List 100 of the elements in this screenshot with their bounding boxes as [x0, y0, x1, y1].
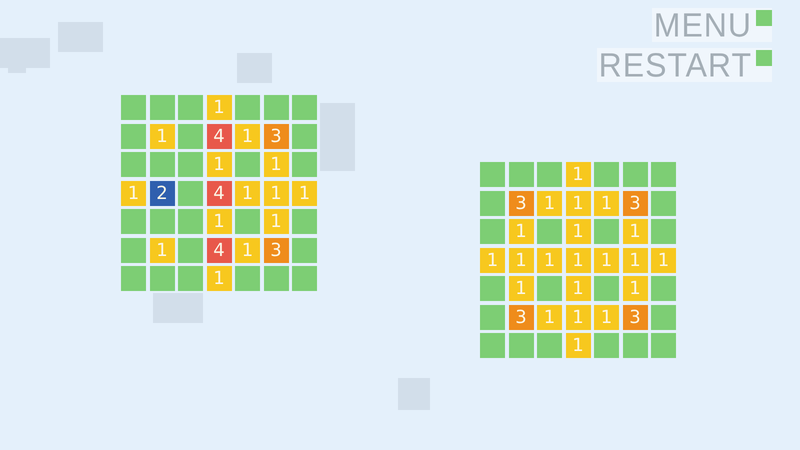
tile[interactable]: [651, 276, 676, 301]
tile[interactable]: [651, 333, 676, 358]
number-tile[interactable]: 1: [566, 190, 590, 216]
number-tile[interactable]: 1: [566, 162, 590, 187]
number-tile[interactable]: 1: [651, 248, 676, 272]
number-tile[interactable]: 1: [594, 190, 619, 216]
number-tile[interactable]: 1: [566, 276, 590, 301]
tile[interactable]: [292, 152, 317, 177]
number-tile[interactable]: 1: [594, 304, 619, 330]
number-tile[interactable]: 1: [508, 248, 534, 272]
tile[interactable]: [292, 124, 317, 148]
tile[interactable]: [622, 162, 648, 187]
tile[interactable]: [594, 162, 619, 187]
number-tile[interactable]: 1: [508, 276, 534, 301]
number-tile[interactable]: 1: [235, 124, 260, 148]
number-tile[interactable]: 1: [508, 219, 534, 244]
tile[interactable]: [292, 209, 317, 234]
number-tile[interactable]: 1: [566, 304, 590, 330]
tile[interactable]: [150, 209, 174, 234]
tile[interactable]: [121, 95, 146, 120]
tile[interactable]: [150, 95, 174, 120]
number-tile[interactable]: 3: [622, 304, 648, 330]
tile[interactable]: [178, 124, 203, 148]
tile[interactable]: [264, 266, 288, 291]
number-tile[interactable]: 1: [206, 95, 232, 120]
number-tile[interactable]: 1: [150, 238, 174, 262]
number-tile[interactable]: 1: [594, 248, 619, 272]
tile[interactable]: [622, 333, 648, 358]
number-tile[interactable]: 1: [150, 124, 174, 148]
tile[interactable]: [480, 304, 505, 330]
number-tile[interactable]: 1: [206, 209, 232, 234]
number-tile[interactable]: 1: [264, 209, 288, 234]
tile[interactable]: [235, 266, 260, 291]
square-icon: [756, 50, 772, 66]
tile[interactable]: [594, 219, 619, 244]
tile[interactable]: [508, 162, 534, 187]
number-tile[interactable]: 1: [537, 190, 562, 216]
number-tile[interactable]: 1: [537, 248, 562, 272]
number-tile[interactable]: 1: [622, 219, 648, 244]
number-tile[interactable]: 2: [150, 180, 174, 206]
tile[interactable]: [121, 266, 146, 291]
tile[interactable]: [651, 304, 676, 330]
number-tile[interactable]: 1: [622, 276, 648, 301]
tile[interactable]: [178, 95, 203, 120]
number-tile[interactable]: 3: [508, 304, 534, 330]
tile[interactable]: [537, 276, 562, 301]
tile[interactable]: [235, 209, 260, 234]
tile[interactable]: [594, 276, 619, 301]
tile[interactable]: [235, 152, 260, 177]
tile[interactable]: [121, 152, 146, 177]
number-tile[interactable]: 3: [508, 190, 534, 216]
number-tile[interactable]: 1: [264, 180, 288, 206]
tile[interactable]: [150, 152, 174, 177]
tile[interactable]: [651, 190, 676, 216]
tile[interactable]: [292, 95, 317, 120]
tile[interactable]: [508, 333, 534, 358]
number-tile[interactable]: 4: [206, 238, 232, 262]
number-tile[interactable]: 3: [264, 238, 288, 262]
tile[interactable]: [537, 219, 562, 244]
tile[interactable]: [178, 266, 203, 291]
tile[interactable]: [178, 238, 203, 262]
tile[interactable]: [480, 219, 505, 244]
number-tile[interactable]: 1: [292, 180, 317, 206]
tile[interactable]: [264, 95, 288, 120]
square-icon: [756, 10, 772, 26]
number-tile[interactable]: 1: [622, 248, 648, 272]
tile[interactable]: [121, 124, 146, 148]
tile[interactable]: [480, 190, 505, 216]
number-tile[interactable]: 1: [235, 180, 260, 206]
tile[interactable]: [480, 162, 505, 187]
tile[interactable]: [121, 209, 146, 234]
number-tile[interactable]: 4: [206, 180, 232, 206]
tile[interactable]: [651, 162, 676, 187]
tile[interactable]: [235, 95, 260, 120]
number-tile[interactable]: 1: [235, 238, 260, 262]
number-tile[interactable]: 4: [206, 124, 232, 148]
tile[interactable]: [150, 266, 174, 291]
number-tile[interactable]: 1: [206, 266, 232, 291]
tile[interactable]: [651, 219, 676, 244]
number-tile[interactable]: 1: [121, 180, 146, 206]
tile[interactable]: [480, 276, 505, 301]
number-tile[interactable]: 1: [480, 248, 505, 272]
tile[interactable]: [480, 333, 505, 358]
number-tile[interactable]: 1: [206, 152, 232, 177]
tile[interactable]: [292, 238, 317, 262]
tile[interactable]: [292, 266, 317, 291]
tile[interactable]: [121, 238, 146, 262]
number-tile[interactable]: 3: [622, 190, 648, 216]
number-tile[interactable]: 3: [264, 124, 288, 148]
tile[interactable]: [537, 333, 562, 358]
tile[interactable]: [178, 209, 203, 234]
number-tile[interactable]: 1: [566, 333, 590, 358]
tile[interactable]: [537, 162, 562, 187]
number-tile[interactable]: 1: [537, 304, 562, 330]
number-tile[interactable]: 1: [264, 152, 288, 177]
number-tile[interactable]: 1: [566, 219, 590, 244]
tile[interactable]: [594, 333, 619, 358]
tile[interactable]: [178, 152, 203, 177]
number-tile[interactable]: 1: [566, 248, 590, 272]
tile[interactable]: [178, 180, 203, 206]
